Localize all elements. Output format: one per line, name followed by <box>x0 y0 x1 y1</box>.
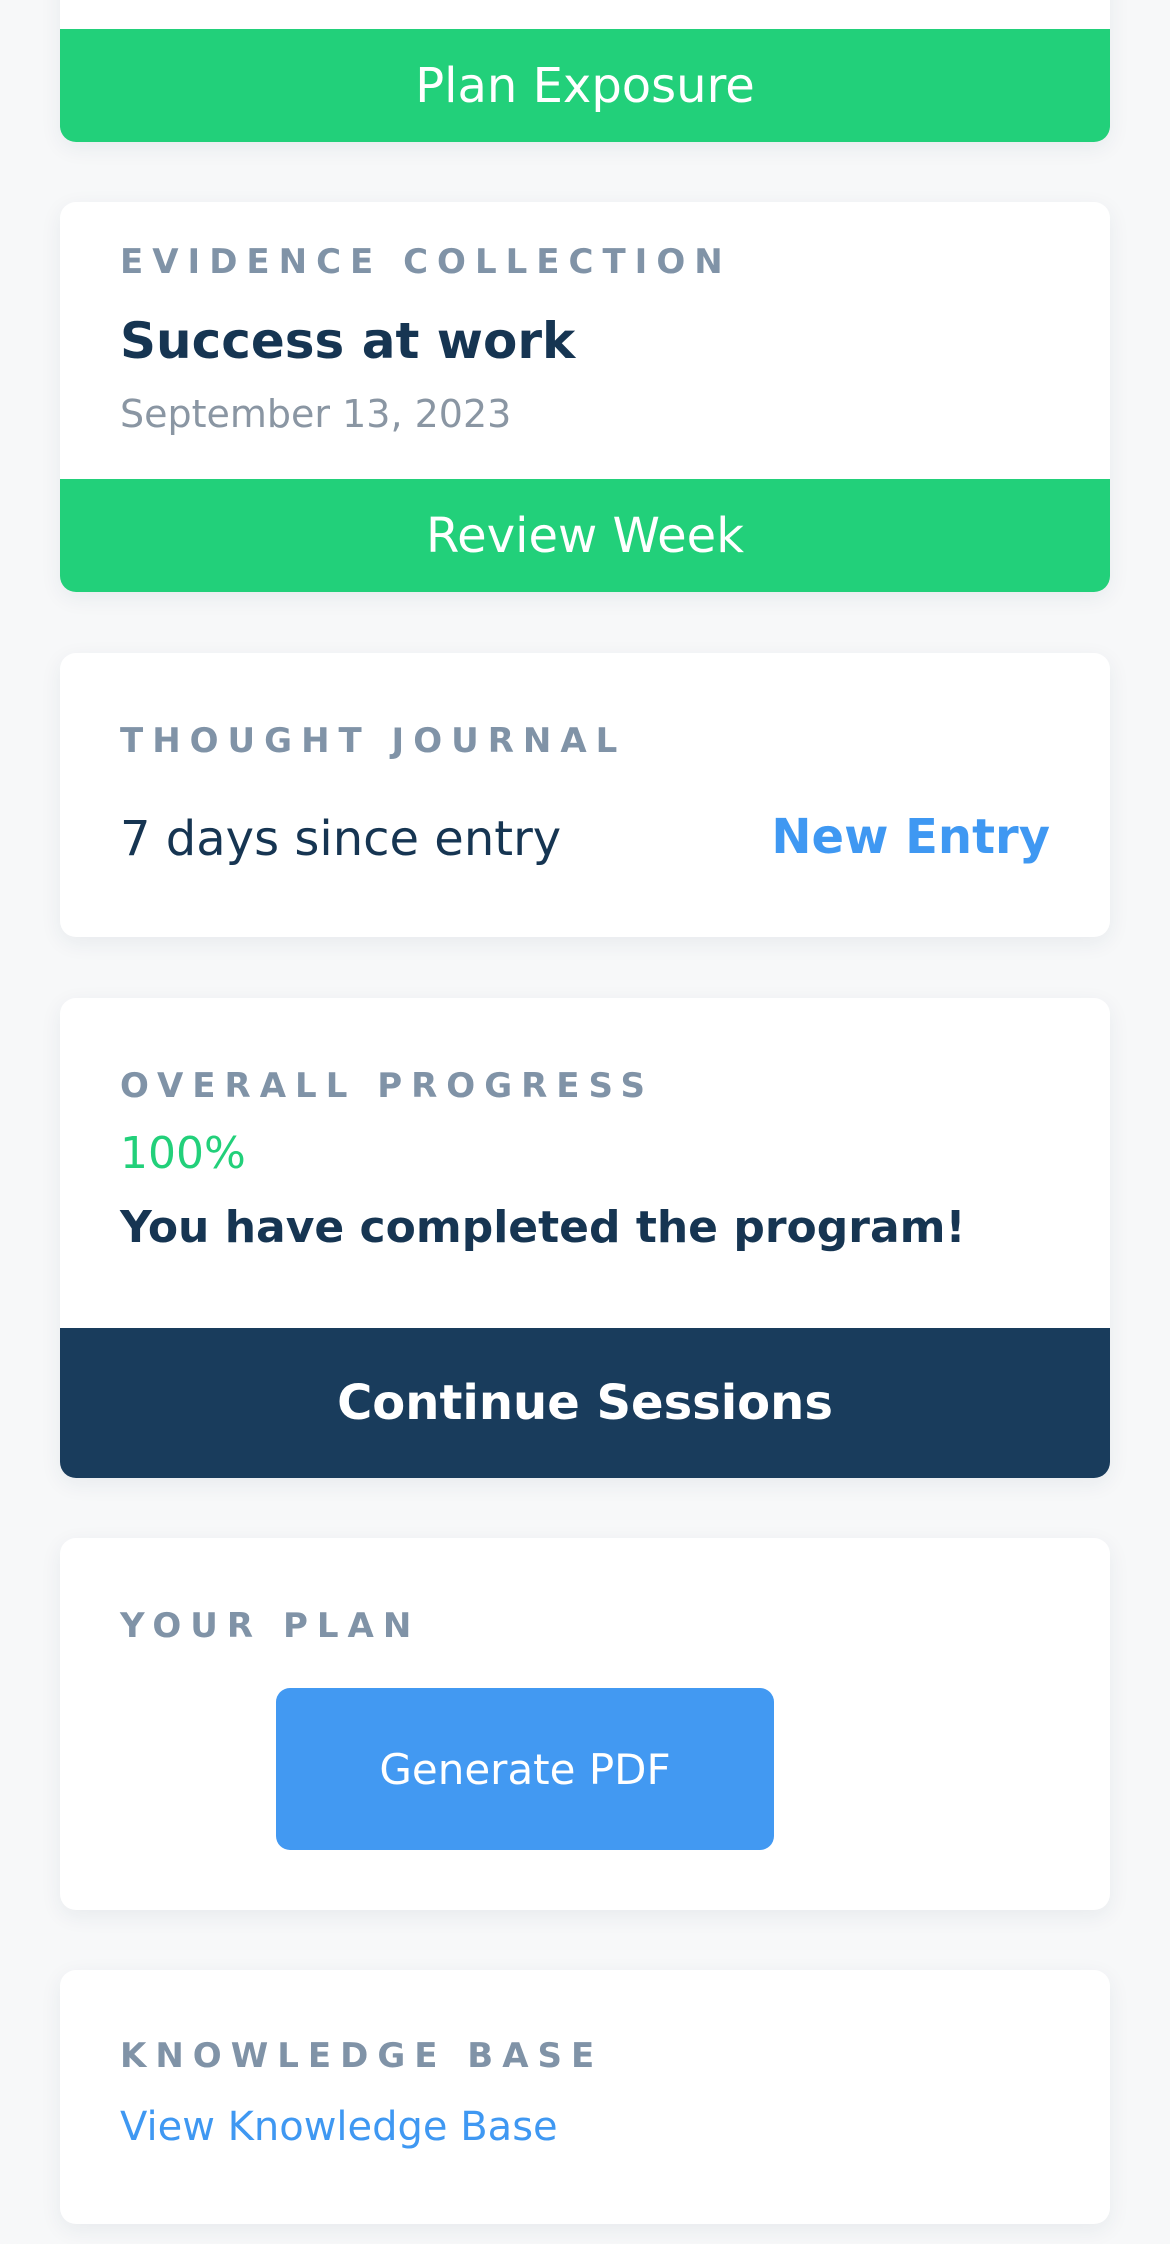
continue-sessions-button[interactable]: Continue Sessions <box>60 1328 1110 1478</box>
evidence-title: Success at work <box>120 312 576 370</box>
plan-exposure-button[interactable]: Plan Exposure <box>60 29 1110 142</box>
overall-progress-card: OVERALL PROGRESS 100% You have completed… <box>60 998 1110 1478</box>
view-knowledge-base-link[interactable]: View Knowledge Base <box>120 2104 558 2150</box>
progress-percent: 100% <box>120 1128 246 1179</box>
new-entry-link[interactable]: New Entry <box>771 809 1050 865</box>
plan-exposure-card: Plan Exposure <box>60 0 1110 142</box>
knowledge-base-heading: KNOWLEDGE BASE <box>120 2036 604 2076</box>
thought-journal-heading: THOUGHT JOURNAL <box>120 721 627 761</box>
completion-message: You have completed the program! <box>120 1202 966 1253</box>
overall-progress-heading: OVERALL PROGRESS <box>120 1066 654 1106</box>
knowledge-base-card: KNOWLEDGE BASE View Knowledge Base <box>60 1970 1110 2224</box>
journal-status: 7 days since entry <box>120 811 562 867</box>
review-week-button[interactable]: Review Week <box>60 479 1110 592</box>
evidence-collection-card: EVIDENCE COLLECTION Success at work Sept… <box>60 202 1110 592</box>
generate-pdf-button[interactable]: Generate PDF <box>276 1688 774 1850</box>
your-plan-heading: YOUR PLAN <box>120 1606 421 1646</box>
thought-journal-card: THOUGHT JOURNAL 7 days since entry New E… <box>60 653 1110 937</box>
evidence-date: September 13, 2023 <box>120 392 512 436</box>
evidence-collection-heading: EVIDENCE COLLECTION <box>120 242 732 282</box>
